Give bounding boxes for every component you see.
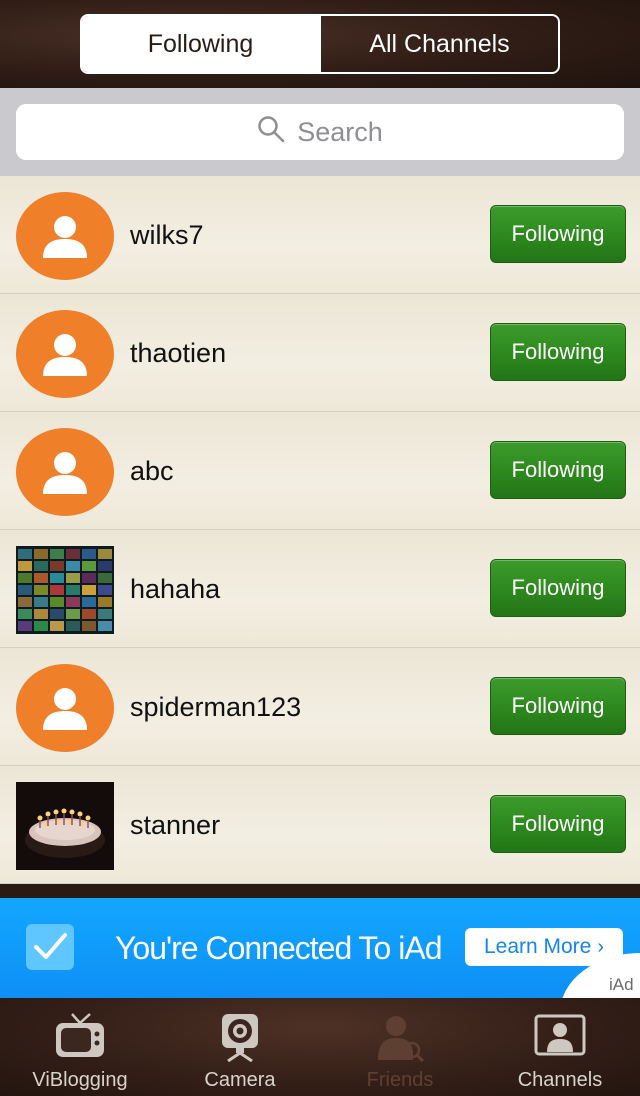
default-user-icon <box>16 310 114 398</box>
camera-icon <box>212 1012 268 1062</box>
birthday-cake-photo <box>16 782 114 870</box>
following-button[interactable]: Following <box>490 677 626 735</box>
list-item[interactable]: abc Following <box>0 412 640 530</box>
username: thaotien <box>130 337 227 368</box>
tab-label: Channels <box>517 1069 603 1091</box>
tab-all-channels[interactable]: All Channels <box>319 16 558 72</box>
following-button[interactable]: Following <box>490 205 626 263</box>
tab-label: Friends <box>366 1069 434 1091</box>
segmented-control: Following All Channels <box>80 14 560 74</box>
following-button[interactable]: Following <box>490 559 626 617</box>
photo-grid-thumbnail <box>16 546 114 634</box>
learn-more-button[interactable]: Learn More › <box>465 928 623 966</box>
list-item[interactable]: hahaha Following <box>0 530 640 648</box>
list-item[interactable]: thaotien Following <box>0 294 640 412</box>
tab-bar: ViBlogging Camera Friends Channels <box>0 998 640 1096</box>
chevron-right-icon: › <box>597 935 605 958</box>
search-input[interactable]: Search <box>16 104 624 160</box>
username: hahaha <box>130 573 221 604</box>
channels-icon <box>532 1012 588 1062</box>
learn-more-label: Learn More <box>483 935 592 958</box>
tab-camera[interactable]: Camera <box>160 998 320 1096</box>
username: abc <box>130 455 174 486</box>
search-icon <box>257 115 285 150</box>
friends-search-icon <box>372 1012 428 1062</box>
search-placeholder: Search <box>297 116 383 147</box>
ad-message: You're Connected To iAd <box>115 929 442 966</box>
following-button[interactable]: Following <box>490 323 626 381</box>
default-user-icon <box>16 428 114 516</box>
iad-banner[interactable]: You're Connected To iAd Learn More › iAd <box>0 898 640 998</box>
checkmark-icon <box>26 924 74 970</box>
list-item[interactable]: spiderman123 Following <box>0 648 640 766</box>
list-item[interactable]: stanner Following <box>0 766 640 884</box>
tab-viblogging[interactable]: ViBlogging <box>0 998 160 1096</box>
tv-icon <box>52 1012 108 1062</box>
following-button[interactable]: Following <box>490 795 626 853</box>
search-bar: Search <box>0 88 640 176</box>
header: Following All Channels <box>0 0 640 88</box>
list-item[interactable]: wilks7 Following <box>0 176 640 294</box>
tab-label: ViBlogging <box>32 1069 128 1091</box>
default-user-icon <box>16 664 114 752</box>
tab-friends[interactable]: Friends <box>320 998 480 1096</box>
tab-label: Camera <box>204 1069 276 1091</box>
following-list: wilks7 Following thaotien Following abc … <box>0 176 640 898</box>
default-user-icon <box>16 192 114 280</box>
username: stanner <box>130 809 221 840</box>
iad-label: iAd <box>609 975 634 994</box>
following-button[interactable]: Following <box>490 441 626 499</box>
username: wilks7 <box>130 219 204 250</box>
tab-following[interactable]: Following <box>82 16 319 72</box>
tab-channels[interactable]: Channels <box>480 998 640 1096</box>
username: spiderman123 <box>130 691 302 722</box>
